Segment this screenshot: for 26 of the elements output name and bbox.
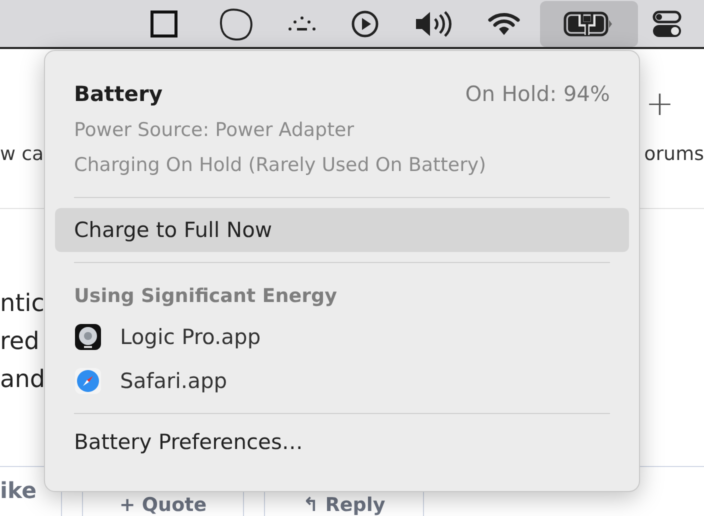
battery-status: On Hold: 94% [465,82,610,106]
control-center-icon [652,10,682,38]
battery-charging-icon [563,10,615,38]
battery-info: Charging On Hold (Rarely Used On Battery) [73,153,488,178]
menu-bar-item[interactable] [540,0,638,46]
nav-link[interactable]: orums [644,143,704,165]
wifi-icon [487,10,521,36]
body-text: and [0,364,46,395]
section-heading: Using Significant Energy [73,284,338,309]
menu-item[interactable]: Charge to Full Now [55,208,629,252]
body-text: ntic [0,288,46,319]
dots-icon [287,16,317,32]
square-icon [150,10,178,38]
body-text: red [0,326,40,357]
compass-icon [74,367,102,395]
app-name[interactable]: Safari.app [120,369,228,393]
volume-icon [414,10,452,38]
app-name[interactable]: Logic Pro.app [120,325,261,349]
app-icon [74,323,102,351]
battery-info: Power Source: Power Adapter [73,118,356,143]
add-button[interactable]: + [646,84,674,124]
menu-title: Battery [74,82,163,106]
nav-link[interactable]: w ca [0,143,44,165]
menu-item[interactable]: Battery Preferences… [55,420,629,464]
play-icon [351,10,379,38]
blob-icon [219,6,253,40]
